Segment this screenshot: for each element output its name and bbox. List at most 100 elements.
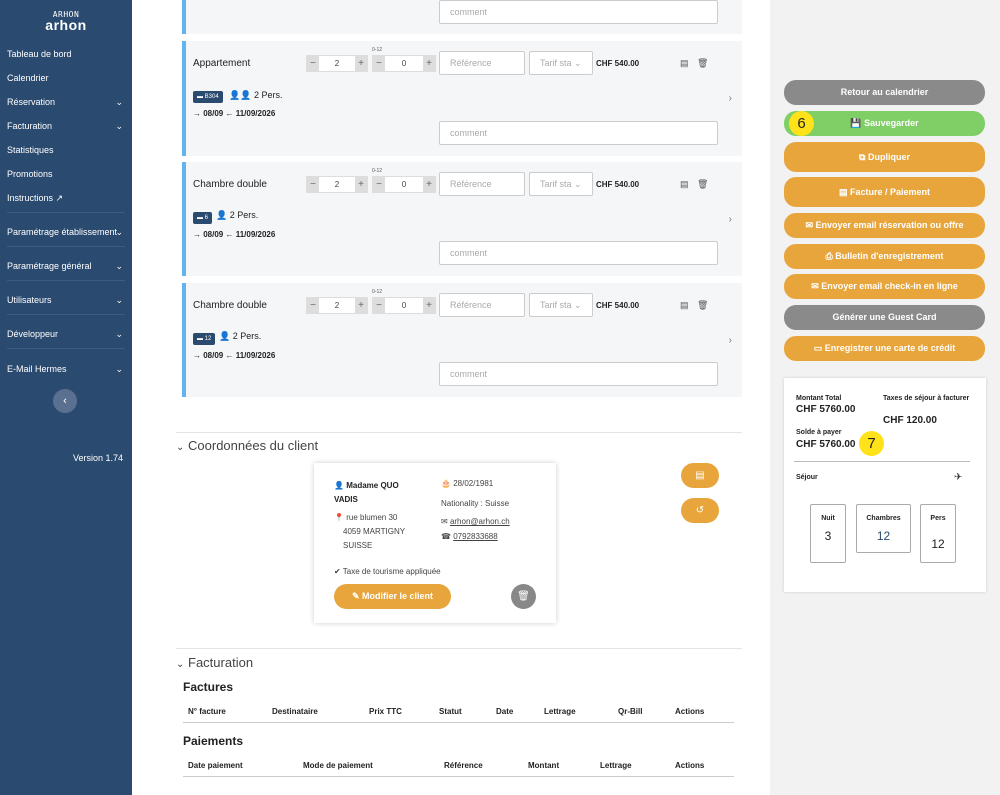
decrement-button[interactable]: − [307, 177, 319, 192]
decrement-button[interactable]: − [307, 56, 319, 71]
increment-button[interactable]: + [423, 298, 435, 313]
send-reservation-email-button[interactable]: ✉ Envoyer email réservation ou offre [784, 213, 985, 238]
chevron-right-icon[interactable]: › [729, 335, 732, 346]
column-header: Lettrage [600, 761, 632, 770]
sidebar-item-facturation[interactable]: Facturation ⌄ [7, 120, 125, 132]
persons-label: 2 Pers. [232, 331, 262, 341]
sidebar-item-label: Statistiques [7, 145, 54, 155]
client-document-button[interactable]: ▤ [681, 463, 719, 488]
reference-input[interactable]: Référence [439, 172, 525, 196]
chevron-right-icon[interactable]: › [729, 214, 732, 225]
document-icon[interactable]: ▤ [680, 300, 689, 311]
comment-field[interactable]: comment [439, 362, 718, 386]
children-stepper[interactable]: − 0 + [372, 55, 436, 72]
reference-input[interactable]: Référence [439, 293, 525, 317]
phone-link[interactable]: 0792833688 [453, 532, 498, 541]
adults-stepper[interactable]: − 2 + [306, 297, 368, 314]
checkin-email-label: Envoyer email check-in en ligne [821, 281, 958, 291]
user-icon: 👤 [334, 481, 344, 490]
children-value: 0 [401, 59, 407, 68]
children-stepper[interactable]: − 0 + [372, 176, 436, 193]
comment-field[interactable]: comment [439, 241, 718, 265]
increment-button[interactable]: + [423, 56, 435, 71]
reference-input[interactable]: Référence [439, 51, 525, 75]
sidebar-item-instructions[interactable]: Instructions ↗ [7, 192, 125, 204]
email-link[interactable]: arhon@arhon.ch [450, 517, 510, 526]
sidebar-item-developpeur[interactable]: Développeur ⌄ [7, 328, 125, 340]
tarif-select[interactable]: Tarif sta ⌄ [529, 172, 593, 196]
column-header: Lettrage [544, 707, 576, 716]
client-email[interactable]: ✉ arhon@arhon.ch [441, 517, 510, 526]
children-value: 0 [401, 180, 407, 189]
sidebar-item-calendrier[interactable]: Calendrier [7, 72, 125, 84]
tarif-select[interactable]: Tarif sta ⌄ [529, 51, 593, 75]
sidebar-item-label: Tableau de bord [7, 49, 72, 59]
client-history-button[interactable]: ↺ [681, 498, 719, 523]
sidebar-collapse-button[interactable]: ‹ [53, 389, 77, 413]
invoice-payment-button[interactable]: ▤ Facture / Paiement [784, 177, 985, 207]
adults-stepper[interactable]: − 2 + [306, 55, 368, 72]
sidebar-item-label: Paramétrage général [7, 261, 92, 271]
credit-card-icon: ▭ [813, 343, 823, 353]
invoice-label: Facture / Paiement [850, 187, 931, 197]
arhon-logo[interactable]: ARHON arhon [40, 10, 92, 32]
increment-button[interactable]: + [423, 177, 435, 192]
decrement-button[interactable]: − [373, 177, 385, 192]
decrement-button[interactable]: − [307, 298, 319, 313]
persons-icon: 👤 [216, 210, 228, 220]
generate-guest-card-button[interactable]: Générer une Guest Card [784, 305, 985, 330]
client-section-header[interactable]: ⌄ Coordonnées du client [176, 438, 318, 453]
increment-button[interactable]: + [355, 298, 367, 313]
tax-note-text: Taxe de tourisme appliquée [342, 567, 441, 576]
bed-icon: ▬ [197, 215, 203, 221]
document-icon[interactable]: ▤ [680, 179, 689, 190]
chevron-down-icon: ⌄ [115, 295, 123, 305]
increment-button[interactable]: + [355, 56, 367, 71]
billing-section-header[interactable]: ⌄ Facturation [176, 655, 253, 670]
save-button[interactable]: 💾 Sauvegarder 6 [784, 111, 985, 136]
chevron-left-icon: ‹ [63, 395, 67, 407]
step-marker: 6 [789, 111, 814, 136]
duplicate-button[interactable]: ⧉ Dupliquer [784, 142, 985, 172]
delete-client-button[interactable]: 🗑 [511, 584, 536, 609]
chevron-down-icon: ⌄ [574, 300, 582, 310]
sidebar-item-tableau-de-bord[interactable]: Tableau de bord [7, 48, 125, 60]
comment-field[interactable]: comment [439, 0, 718, 24]
chevron-down-icon: ⌄ [176, 659, 185, 670]
column-header: Actions [675, 761, 705, 770]
comment-field[interactable]: comment [439, 121, 718, 145]
balance-label: Solde à payer [796, 429, 842, 436]
trash-icon[interactable]: 🗑 [697, 179, 708, 190]
sidebar-item-parametrage-general[interactable]: Paramétrage général ⌄ [7, 260, 125, 272]
registration-form-button[interactable]: ⎙ Bulletin d'enregistrement [784, 244, 985, 269]
total-label: Montant Total [796, 395, 842, 402]
chevron-right-icon[interactable]: › [729, 93, 732, 104]
sidebar-item-label: E-Mail Hermes [7, 364, 67, 374]
send-checkin-email-button[interactable]: ✉ Envoyer email check-in en ligne [784, 274, 985, 299]
persons-count: 👤 2 Pers. [216, 210, 258, 221]
children-stepper[interactable]: − 0 + [372, 297, 436, 314]
children-age-hint: 0-12 [372, 289, 383, 295]
document-icon[interactable]: ▤ [680, 58, 689, 69]
increment-button[interactable]: + [355, 177, 367, 192]
reservation-summary: Montant Total CHF 5760.00 Taxes de séjou… [784, 378, 986, 592]
trash-icon[interactable]: 🗑 [697, 300, 708, 311]
sidebar-item-parametrage-etablissement[interactable]: Paramétrage établissement ⌄ [7, 226, 125, 238]
sidebar-item-reservation[interactable]: Réservation ⌄ [7, 96, 125, 108]
edit-client-button[interactable]: ✎ Modifier le client [334, 584, 451, 609]
room-number-badge: ▬ B304 [193, 91, 223, 103]
save-credit-card-button[interactable]: ▭ Enregistrer une carte de crédit [784, 336, 985, 361]
sidebar-item-promotions[interactable]: Promotions [7, 168, 125, 180]
decrement-button[interactable]: − [373, 56, 385, 71]
sidebar-item-statistiques[interactable]: Statistiques [7, 144, 125, 156]
decrement-button[interactable]: − [373, 298, 385, 313]
client-phone[interactable]: ☎ 0792833688 [441, 532, 498, 541]
back-to-calendar-button[interactable]: Retour au calendrier [784, 80, 985, 105]
adults-stepper[interactable]: − 2 + [306, 176, 368, 193]
tarif-select[interactable]: Tarif sta ⌄ [529, 293, 593, 317]
sidebar-item-utilisateurs[interactable]: Utilisateurs ⌄ [7, 294, 125, 306]
room-price: CHF 540.00 [596, 59, 640, 68]
sidebar-item-email-hermes[interactable]: E-Mail Hermes ⌄ [7, 363, 125, 375]
room-number: 6 [204, 215, 209, 221]
trash-icon[interactable]: 🗑 [697, 58, 708, 69]
